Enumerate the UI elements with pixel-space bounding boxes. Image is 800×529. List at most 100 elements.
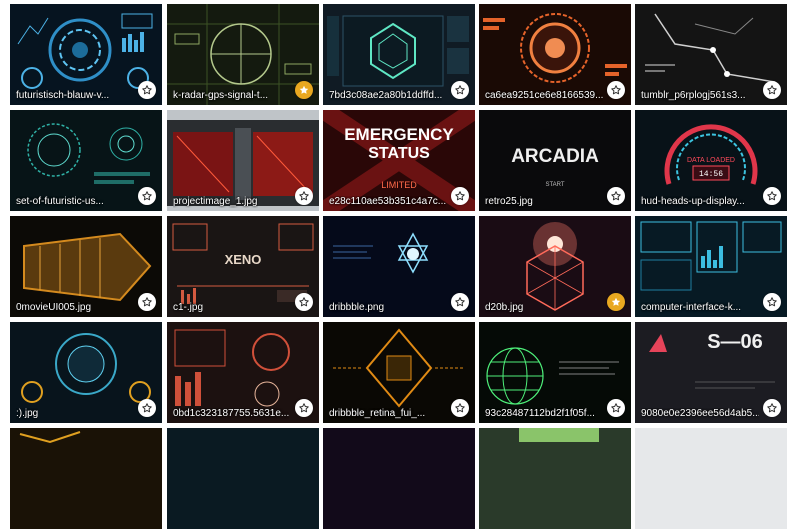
star-icon [766,296,778,308]
star-icon [141,84,153,96]
gallery-tile[interactable]: S—06 9080e0e2396ee56d4ab5... [635,322,787,423]
thumbnail-image [479,428,631,529]
gallery-tile[interactable]: tumblr_p6rplogj561s3... [635,4,787,105]
star-icon [454,84,466,96]
gallery-tile[interactable] [479,428,631,529]
star-icon [610,190,622,202]
star-icon [766,190,778,202]
favorite-button[interactable] [451,81,469,99]
favorite-button[interactable] [763,293,781,311]
file-name-label: dribbble_retina_fui_... [329,408,426,419]
file-name-label: c1-.jpg [173,302,204,313]
star-icon [141,190,153,202]
gallery-tile[interactable]: 93c28487112bd2f1f05f... [479,322,631,423]
star-icon [298,190,310,202]
gallery-tile[interactable]: EMERGENCY STATUS LIMITED e28c110ae53b351c… [323,110,475,211]
file-name-label: 93c28487112bd2f1f05f... [485,408,595,419]
gallery-tile[interactable]: futuristisch-blauw-v... [10,4,162,105]
star-icon [766,84,778,96]
favorite-button[interactable] [138,187,156,205]
file-name-label: computer-interface-k... [641,302,742,313]
file-name-label: k-radar-gps-signal-t... [173,90,269,101]
favorite-button[interactable] [607,293,625,311]
file-name-label: projectimage_1.jpg [173,196,258,207]
file-name-label: :).jpg [16,408,39,419]
favorite-button[interactable] [607,399,625,417]
favorite-button[interactable] [607,81,625,99]
favorite-button[interactable] [451,187,469,205]
star-icon [454,402,466,414]
thumbnail-text: ARCADIA [511,146,599,167]
file-name-label: set-of-futuristic-us... [16,196,104,207]
file-name-label: dribbble.png [329,302,385,313]
gallery-tile[interactable]: dribbble.png [323,216,475,317]
file-name-label: futuristisch-blauw-v... [16,90,110,101]
gallery-tile[interactable]: :).jpg [10,322,162,423]
star-icon [610,402,622,414]
file-name-label: ca6ea9251ce6e8166539... [485,90,603,101]
gallery-tile[interactable]: DATA LOADED 14:56 hud-heads-up-display... [635,110,787,211]
thumbnail-text: STATUS [368,145,430,162]
file-name-label: 0bd1c323187755.5631e... [173,408,290,419]
star-icon [610,84,622,96]
file-name-label: 9080e0e2396ee56d4ab5... [641,408,759,419]
gallery-tile[interactable]: k-radar-gps-signal-t... [167,4,319,105]
thumbnail-text: EMERGENCY [344,125,454,144]
favorite-button[interactable] [763,399,781,417]
gallery-tile[interactable]: ARCADIA START retro25.jpg [479,110,631,211]
favorite-button[interactable] [295,187,313,205]
favorite-button[interactable] [295,81,313,99]
gallery-tile[interactable]: 0movieUI005.jpg [10,216,162,317]
favorite-button[interactable] [295,399,313,417]
file-name-label: hud-heads-up-display... [641,196,745,207]
gallery-tile[interactable] [167,428,319,529]
gallery-tile[interactable]: 7bd3c08ae2a80b1ddffd... [323,4,475,105]
thumbnail-text: 14:56 [699,170,723,179]
image-gallery-grid: futuristisch-blauw-v... k-radar-gps-sign… [10,4,790,529]
favorite-button[interactable] [295,293,313,311]
file-name-label: retro25.jpg [485,196,533,207]
file-name-label: d20b.jpg [485,302,524,313]
gallery-tile[interactable] [323,428,475,529]
gallery-tile[interactable]: dribbble_retina_fui_... [323,322,475,423]
gallery-tile[interactable]: d20b.jpg [479,216,631,317]
thumbnail-image [635,428,787,529]
favorite-button[interactable] [138,399,156,417]
favorite-button[interactable] [138,81,156,99]
star-icon [454,190,466,202]
gallery-tile[interactable]: projectimage_1.jpg [167,110,319,211]
thumbnail-text: START [545,182,564,188]
star-icon [454,296,466,308]
thumbnail-image [167,428,319,529]
gallery-tile[interactable]: XENO c1-.jpg [167,216,319,317]
gallery-tile[interactable] [635,428,787,529]
thumbnail-text: LIMITED [381,180,417,190]
star-filled-icon [298,84,310,96]
star-filled-icon [610,296,622,308]
thumbnail-text: XENO [225,252,262,267]
favorite-button[interactable] [607,187,625,205]
gallery-tile[interactable]: computer-interface-k... [635,216,787,317]
gallery-tile[interactable]: ca6ea9251ce6e8166539... [479,4,631,105]
favorite-button[interactable] [451,293,469,311]
file-name-label: e28c110ae53b351c4a7c... [329,196,447,207]
favorite-button[interactable] [451,399,469,417]
file-name-label: 7bd3c08ae2a80b1ddffd... [329,90,443,101]
thumbnail-image [10,428,162,529]
star-icon [766,402,778,414]
favorite-button[interactable] [763,81,781,99]
thumbnail-image [323,428,475,529]
file-name-label: 0movieUI005.jpg [16,302,92,313]
gallery-tile[interactable] [10,428,162,529]
gallery-tile[interactable]: 0bd1c323187755.5631e... [167,322,319,423]
favorite-button[interactable] [763,187,781,205]
file-name-label: tumblr_p6rplogj561s3... [641,90,746,101]
star-icon [141,402,153,414]
thumbnail-text: S—06 [707,331,763,353]
gallery-tile[interactable]: set-of-futuristic-us... [10,110,162,211]
favorite-button[interactable] [138,293,156,311]
star-icon [298,402,310,414]
star-icon [298,296,310,308]
thumbnail-text: DATA LOADED [687,157,735,164]
star-icon [141,296,153,308]
